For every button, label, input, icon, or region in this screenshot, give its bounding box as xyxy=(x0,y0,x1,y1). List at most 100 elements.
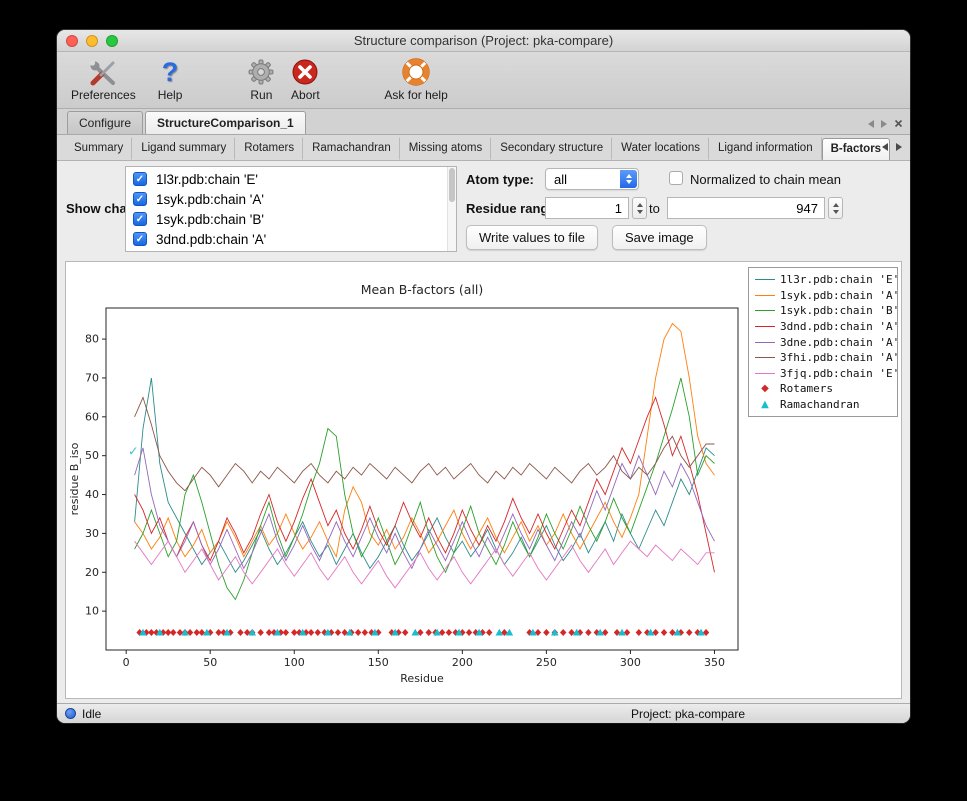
svg-text:250: 250 xyxy=(536,656,557,669)
legend-label: Rotamers xyxy=(780,382,833,395)
chain-checkbox[interactable]: ✓ xyxy=(133,192,147,206)
svg-text:50: 50 xyxy=(203,656,217,669)
tab-forward-icon[interactable] xyxy=(881,120,887,128)
tab-ramachandran[interactable]: Ramachandran xyxy=(303,137,400,160)
sub-tabbar: SummaryLigand summaryRotamersRamachandra… xyxy=(57,135,910,161)
status-text: Idle xyxy=(82,707,101,721)
svg-text:20: 20 xyxy=(85,566,99,579)
atom-type-label: Atom type: xyxy=(466,172,534,187)
legend-item: 3fjq.pdb:chain 'E' xyxy=(755,366,892,382)
gear-icon xyxy=(246,56,276,88)
residue-from-stepper[interactable] xyxy=(632,197,647,219)
tab-b-factors[interactable]: B-factors xyxy=(822,138,890,160)
legend-label: 3dnd.pdb:chain 'A' xyxy=(780,320,899,333)
normalized-checkbox[interactable] xyxy=(669,171,683,185)
chain-label: 1syk.pdb:chain 'B' xyxy=(156,212,264,227)
atom-type-select[interactable]: all xyxy=(545,168,639,190)
chain-list-scrollbar[interactable] xyxy=(447,167,456,251)
help-icon: ? xyxy=(162,56,179,88)
legend-diamond-icon: ◆ xyxy=(755,384,775,394)
chain-checkbox[interactable]: ✓ xyxy=(133,172,147,186)
ask-for-help-button[interactable]: Ask for help xyxy=(380,56,451,102)
svg-text:80: 80 xyxy=(85,333,99,346)
tab-missing-atoms[interactable]: Missing atoms xyxy=(400,137,492,160)
tab-secondary-structure[interactable]: Secondary structure xyxy=(491,137,612,160)
tab-water-locations[interactable]: Water locations xyxy=(612,137,709,160)
chain-checkbox[interactable]: ✓ xyxy=(133,212,147,226)
chain-label: 3dnd.pdb:chain 'A' xyxy=(156,232,266,247)
preferences-button[interactable]: Preferences xyxy=(67,56,140,102)
tools-icon xyxy=(87,56,119,88)
legend-label: 1syk.pdb:chain 'B' xyxy=(780,304,899,317)
legend-item: ▲Ramachandran xyxy=(755,397,892,413)
legend-line-sample xyxy=(755,342,775,343)
controls-panel: Show chains: ✓1l3r.pdb:chain 'E'✓1syk.pd… xyxy=(57,161,910,261)
residue-to-stepper[interactable] xyxy=(828,197,843,219)
legend-item: 1l3r.pdb:chain 'E' xyxy=(755,272,892,288)
svg-text:70: 70 xyxy=(85,371,99,384)
residue-to-input[interactable] xyxy=(667,197,825,219)
legend-line-sample xyxy=(755,279,775,280)
desktop: { "window": { "title": "Structure compar… xyxy=(0,0,967,801)
legend-label: 3fjq.pdb:chain 'E' xyxy=(780,367,899,380)
tab-back-icon[interactable] xyxy=(868,120,874,128)
close-window-button[interactable] xyxy=(66,35,78,47)
zoom-window-button[interactable] xyxy=(106,35,118,47)
status-indicator-icon xyxy=(65,708,76,719)
run-button[interactable]: Run xyxy=(242,56,280,102)
chain-list-rows: ✓ 1l3r.pdb:chain 'E' ✓ 1syk.pdb:chain 'A' ✓ 1… xyxy=(126,169,456,249)
svg-text:40: 40 xyxy=(85,488,99,501)
titlebar[interactable]: Structure comparison (Project: pka-compa… xyxy=(57,30,910,52)
chain-row[interactable]: ✓ 1syk.pdb:chain 'A' xyxy=(126,189,456,209)
tab-ligand-information[interactable]: Ligand information xyxy=(709,137,822,160)
svg-text:30: 30 xyxy=(85,527,99,540)
toolbar: Preferences ? Help Run xyxy=(57,52,910,109)
write-values-button[interactable]: Write values to file xyxy=(466,225,598,250)
tab-summary[interactable]: Summary xyxy=(65,137,132,160)
subtab-scroll-left-icon[interactable] xyxy=(882,143,888,151)
atom-type-value: all xyxy=(554,172,567,187)
svg-text:Residue: Residue xyxy=(400,672,444,685)
tab-close-icon[interactable] xyxy=(894,115,903,133)
legend-line-sample xyxy=(755,357,775,358)
abort-button[interactable]: Abort xyxy=(286,56,324,102)
toolbar-label: Ask for help xyxy=(384,88,447,102)
legend: 1l3r.pdb:chain 'E'1syk.pdb:chain 'A'1syk… xyxy=(748,267,898,417)
sub-tabbar-tabs: SummaryLigand summaryRotamersRamachandra… xyxy=(65,137,890,160)
legend-label: 1syk.pdb:chain 'A' xyxy=(780,289,899,302)
minimize-window-button[interactable] xyxy=(86,35,98,47)
tab-rotamers[interactable]: Rotamers xyxy=(235,137,303,160)
help-button[interactable]: ? Help xyxy=(154,56,187,102)
chain-label: 1syk.pdb:chain 'A' xyxy=(156,192,264,207)
chain-row[interactable]: ✓ 1l3r.pdb:chain 'E' xyxy=(126,169,456,189)
svg-text:50: 50 xyxy=(85,449,99,462)
legend-triangle-icon: ▲ xyxy=(755,400,775,410)
subtab-scroll-right-icon[interactable] xyxy=(896,143,902,151)
traffic-lights xyxy=(66,35,118,47)
chain-checkbox[interactable]: ✓ xyxy=(133,232,147,246)
window-title: Structure comparison (Project: pka-compa… xyxy=(57,33,910,48)
chain-label: 1l3r.pdb:chain 'E' xyxy=(156,172,258,187)
chain-row[interactable]: ✓ 1syk.pdb:chain 'B' xyxy=(126,209,456,229)
chain-row[interactable]: ✓ 3dnd.pdb:chain 'A' xyxy=(126,229,456,249)
svg-text:0: 0 xyxy=(123,656,130,669)
app-window: Structure comparison (Project: pka-compa… xyxy=(57,30,910,723)
svg-text:350: 350 xyxy=(704,656,725,669)
legend-item: 1syk.pdb:chain 'B' xyxy=(755,303,892,319)
svg-text:Mean B-factors (all): Mean B-factors (all) xyxy=(361,282,484,297)
abort-icon xyxy=(290,56,320,88)
svg-text:200: 200 xyxy=(452,656,473,669)
save-image-button[interactable]: Save image xyxy=(612,225,707,250)
scrollbar-thumb[interactable] xyxy=(449,168,455,202)
tab-configure[interactable]: Configure xyxy=(67,111,143,134)
toolbar-label: Help xyxy=(158,88,183,102)
svg-text:100: 100 xyxy=(284,656,305,669)
life-ring-icon xyxy=(401,56,431,88)
svg-text:150: 150 xyxy=(368,656,389,669)
tab-ligand-summary[interactable]: Ligand summary xyxy=(132,137,235,160)
chart-panel: 0501001502002503003501020304050607080Mea… xyxy=(65,261,902,699)
statusbar: Idle Project: pka-compare xyxy=(57,703,910,723)
residue-from-input[interactable] xyxy=(545,197,629,219)
tab-structurecomparison-1[interactable]: StructureComparison_1 xyxy=(145,111,306,134)
chain-list[interactable]: ✓ 1l3r.pdb:chain 'E' ✓ 1syk.pdb:chain 'A' ✓ 1… xyxy=(125,166,457,252)
